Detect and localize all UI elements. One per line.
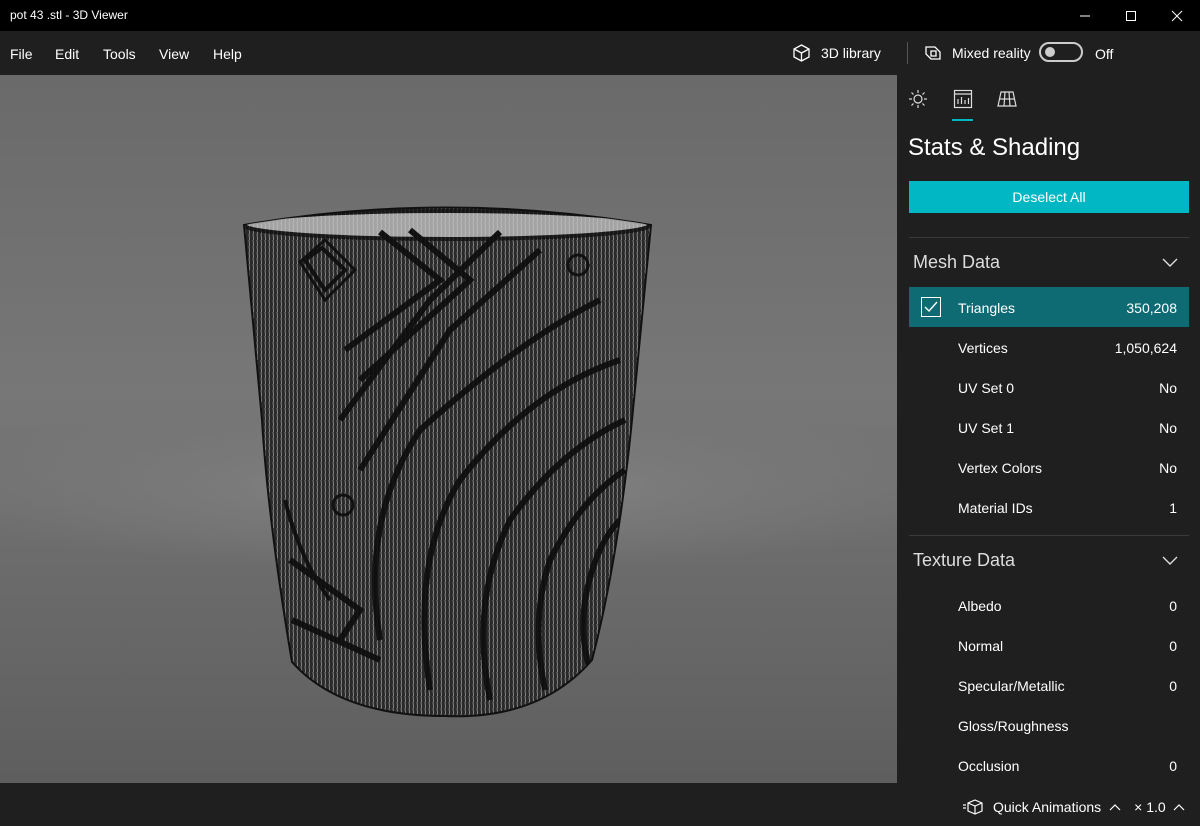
animation-cube-icon xyxy=(963,799,983,815)
mixed-reality-label: Mixed reality xyxy=(952,45,1031,61)
row-label: Vertices xyxy=(958,340,1008,356)
row-value: No xyxy=(1159,420,1177,436)
chevron-down-icon xyxy=(1162,258,1178,267)
row-label: Gloss/Roughness xyxy=(958,718,1069,734)
mixed-reality-toggle[interactable] xyxy=(1039,42,1083,62)
texture-data-header[interactable]: Texture Data xyxy=(913,550,1015,571)
tab-lighting[interactable] xyxy=(906,87,930,111)
minimize-icon xyxy=(1080,15,1090,16)
menu-view[interactable]: View xyxy=(159,46,189,62)
sun-icon xyxy=(909,90,927,108)
row-label: UV Set 0 xyxy=(958,380,1015,396)
triangles-checkbox[interactable] xyxy=(921,297,941,317)
tab-stats[interactable] xyxy=(951,87,975,111)
menu-edit[interactable]: Edit xyxy=(55,46,79,62)
row-value: 0 xyxy=(1169,638,1177,654)
close-icon xyxy=(1171,10,1183,21)
row-label: Albedo xyxy=(958,598,1002,614)
mixed-reality-button[interactable]: Mixed reality xyxy=(923,43,1031,63)
toolbar-divider xyxy=(907,42,908,64)
texture-row-albedo[interactable]: Albedo 0 xyxy=(909,585,1189,625)
3d-library-button[interactable]: 3D library xyxy=(791,43,881,63)
row-label: Occlusion xyxy=(958,758,1020,774)
menu-bar: File Edit Tools View Help 3D library Mix… xyxy=(0,31,1200,75)
menu-file[interactable]: File xyxy=(10,46,33,62)
row-label: UV Set 1 xyxy=(958,420,1015,436)
texture-row-specular[interactable]: Specular/Metallic 0 xyxy=(909,665,1189,705)
mesh-row-material-ids[interactable]: Material IDs 1 xyxy=(909,487,1189,527)
checkmark-icon xyxy=(924,301,938,313)
row-label: Triangles xyxy=(958,300,1016,316)
grid-icon xyxy=(997,91,1017,107)
close-button[interactable] xyxy=(1154,0,1200,31)
row-label: Normal xyxy=(958,638,1004,654)
mesh-data-header[interactable]: Mesh Data xyxy=(913,252,1000,273)
row-value: 0 xyxy=(1169,758,1177,774)
chevron-down-icon xyxy=(1162,556,1178,565)
row-label: Vertex Colors xyxy=(958,460,1043,476)
row-label: Specular/Metallic xyxy=(958,678,1065,694)
row-value: No xyxy=(1159,380,1177,396)
maximize-button[interactable] xyxy=(1108,0,1154,31)
texture-row-normal[interactable]: Normal 0 xyxy=(909,625,1189,665)
bottom-bar: Quick Animations × 1.0 xyxy=(0,783,1200,826)
active-tab-indicator xyxy=(952,119,973,121)
mesh-row-uv-set-0[interactable]: UV Set 0 No xyxy=(909,367,1189,407)
row-value: 1 xyxy=(1169,500,1177,516)
divider xyxy=(909,535,1189,536)
toggle-knob xyxy=(1045,47,1055,57)
maximize-icon xyxy=(1126,10,1136,21)
mesh-row-uv-set-1[interactable]: UV Set 1 No xyxy=(909,407,1189,447)
mesh-row-vertices[interactable]: Vertices 1,050,624 xyxy=(909,327,1189,367)
mesh-row-vertex-colors[interactable]: Vertex Colors No xyxy=(909,447,1189,487)
pot-model[interactable] xyxy=(0,75,897,783)
row-value: No xyxy=(1159,460,1177,476)
divider xyxy=(909,237,1189,238)
window-title: pot 43 .stl - 3D Viewer xyxy=(10,8,128,22)
menu-help[interactable]: Help xyxy=(213,46,242,62)
3d-viewport[interactable] xyxy=(0,75,897,783)
quick-animations-label: Quick Animations xyxy=(993,799,1102,815)
panel-title: Stats & Shading xyxy=(908,134,1081,161)
texture-row-gloss[interactable]: Gloss/Roughness xyxy=(909,705,1189,745)
row-value: 0 xyxy=(1169,678,1177,694)
cube-icon xyxy=(793,44,810,62)
3d-library-label: 3D library xyxy=(821,45,881,61)
stats-chart-icon xyxy=(953,89,973,109)
tab-grid[interactable] xyxy=(995,87,1019,111)
texture-row-occlusion[interactable]: Occlusion 0 xyxy=(909,745,1189,785)
menu-tools[interactable]: Tools xyxy=(103,46,136,62)
deselect-all-button[interactable]: Deselect All xyxy=(909,181,1189,213)
quick-animations-button[interactable]: Quick Animations × 1.0 xyxy=(963,799,1185,815)
chevron-up-icon xyxy=(1109,804,1121,811)
title-bar: pot 43 .stl - 3D Viewer xyxy=(0,0,1200,31)
minimize-button[interactable] xyxy=(1062,0,1108,31)
row-value: 350,208 xyxy=(1126,300,1177,316)
row-label: Material IDs xyxy=(958,500,1033,516)
mixed-reality-icon xyxy=(925,46,941,60)
chevron-up-icon[interactable] xyxy=(1173,803,1185,811)
animation-speed: × 1.0 xyxy=(1134,799,1166,815)
row-value: 1,050,624 xyxy=(1114,340,1177,356)
texture-data-collapse[interactable] xyxy=(1162,554,1178,572)
mesh-data-collapse[interactable] xyxy=(1162,256,1178,274)
row-value: 0 xyxy=(1169,598,1177,614)
mesh-row-triangles[interactable]: Triangles 350,208 xyxy=(909,287,1189,327)
toggle-state-label: Off xyxy=(1095,46,1114,62)
